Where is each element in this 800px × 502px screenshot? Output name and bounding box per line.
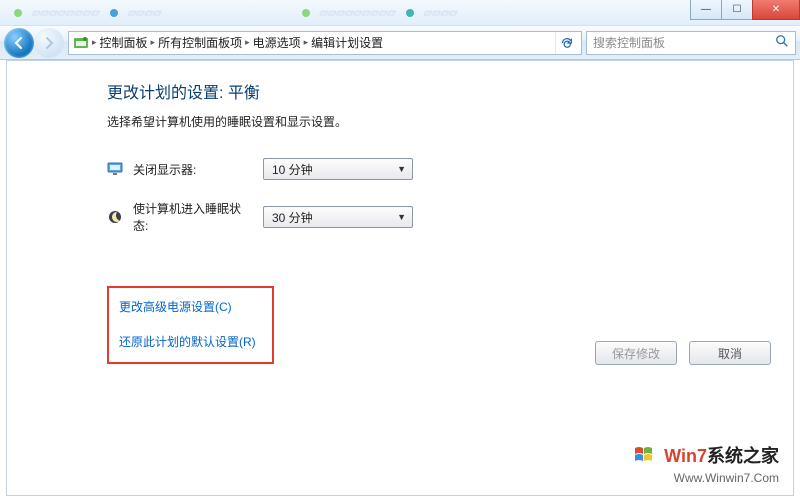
crumb-separator-icon: ▸ (304, 37, 309, 48)
window-controls: — ☐ ✕ (691, 0, 800, 20)
refresh-button[interactable] (555, 32, 577, 54)
tab-label[interactable]: ▱▱▱▱▱▱▱▱ (32, 6, 100, 19)
moon-icon (107, 209, 123, 225)
windows-flag-icon (633, 444, 655, 471)
tab-indicator-icon (14, 9, 22, 17)
dropdown-value: 30 分钟 (272, 209, 313, 226)
control-panel-icon (73, 35, 89, 51)
breadcrumb-item[interactable]: 所有控制面板项 (158, 34, 242, 51)
navigation-bar: ▸ 控制面板 ▸ 所有控制面板项 ▸ 电源选项 ▸ 编辑计划设置 搜索控制面板 (0, 26, 800, 60)
setting-display-off: 关闭显示器: 10 分钟 ▼ (107, 158, 793, 180)
browser-tabs: ▱▱▱▱▱▱▱▱ ▱▱▱▱ ▱▱▱▱▱▱▱▱▱ ▱▱▱▱ (0, 0, 458, 25)
save-button[interactable]: 保存修改 (595, 341, 677, 365)
breadcrumb-item[interactable]: 编辑计划设置 (311, 34, 383, 51)
tab-indicator-icon (302, 9, 310, 17)
tab-label[interactable]: ▱▱▱▱ (128, 6, 162, 19)
search-placeholder: 搜索控制面板 (593, 34, 665, 51)
back-button[interactable] (4, 28, 34, 58)
cancel-button[interactable]: 取消 (689, 341, 771, 365)
monitor-icon (107, 161, 123, 177)
advanced-power-link[interactable]: 更改高级电源设置(C) (119, 298, 256, 315)
page-subtitle: 选择希望计算机使用的睡眠设置和显示设置。 (107, 113, 793, 130)
page-title: 更改计划的设置: 平衡 (107, 79, 793, 103)
crumb-separator-icon: ▸ (245, 37, 250, 48)
setting-sleep: 使计算机进入睡眠状态: 30 分钟 ▼ (107, 200, 793, 234)
dropdown-value: 10 分钟 (272, 161, 313, 178)
chevron-down-icon: ▼ (397, 164, 406, 174)
nav-arrows (4, 28, 64, 58)
crumb-separator-icon: ▸ (151, 37, 156, 48)
setting-label: 关闭显示器: (133, 161, 253, 178)
maximize-button[interactable]: ☐ (721, 0, 753, 20)
restore-defaults-link[interactable]: 还原此计划的默认设置(R) (119, 333, 256, 350)
tab-indicator-icon (406, 9, 414, 17)
arrow-left-icon (12, 36, 26, 50)
search-icon (775, 34, 789, 51)
watermark: Win7系统之家 Www.Winwin7.Com (633, 442, 779, 485)
tab-label[interactable]: ▱▱▱▱▱▱▱▱▱ (320, 6, 396, 19)
crumb-separator-icon: ▸ (92, 37, 97, 48)
close-button[interactable]: ✕ (752, 0, 800, 20)
breadcrumb-item[interactable]: 控制面板 (100, 34, 148, 51)
highlighted-links: 更改高级电源设置(C) 还原此计划的默认设置(R) (107, 286, 274, 364)
watermark-url: Www.Winwin7.Com (633, 471, 779, 485)
content-pane: 更改计划的设置: 平衡 选择希望计算机使用的睡眠设置和显示设置。 关闭显示器: … (6, 60, 794, 496)
display-off-dropdown[interactable]: 10 分钟 ▼ (263, 158, 413, 180)
minimize-button[interactable]: — (690, 0, 722, 20)
action-buttons: 保存修改 取消 (595, 341, 771, 365)
forward-button[interactable] (34, 28, 64, 58)
sleep-dropdown[interactable]: 30 分钟 ▼ (263, 206, 413, 228)
arrow-right-icon (42, 36, 56, 50)
watermark-brand: Win7系统之家 (633, 442, 779, 471)
tab-label[interactable]: ▱▱▱▱ (424, 6, 458, 19)
title-bar: ▱▱▱▱▱▱▱▱ ▱▱▱▱ ▱▱▱▱▱▱▱▱▱ ▱▱▱▱ — ☐ ✕ (0, 0, 800, 26)
refresh-icon (560, 36, 574, 50)
setting-label: 使计算机进入睡眠状态: (133, 200, 253, 234)
chevron-down-icon: ▼ (397, 212, 406, 222)
search-input[interactable]: 搜索控制面板 (586, 31, 796, 55)
address-bar[interactable]: ▸ 控制面板 ▸ 所有控制面板项 ▸ 电源选项 ▸ 编辑计划设置 (68, 31, 582, 55)
tab-indicator-icon (110, 9, 118, 17)
breadcrumb-item[interactable]: 电源选项 (253, 34, 301, 51)
